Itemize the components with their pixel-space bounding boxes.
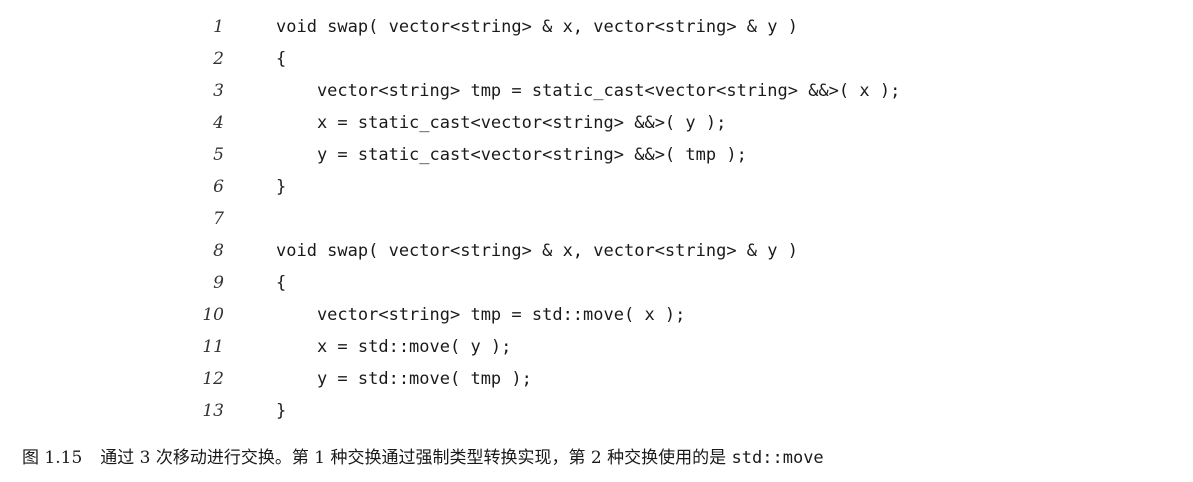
code-text: void swap( vector<string> & x, vector<st…: [276, 17, 798, 37]
code-line: 9 {: [0, 270, 1193, 302]
code-text: y = static_cast<vector<string> &&>( tmp …: [276, 145, 747, 165]
code-line: 11 x = std::move( y );: [0, 334, 1193, 366]
line-number: 11: [202, 337, 224, 357]
code-text: {: [276, 273, 287, 293]
code-text: {: [276, 49, 287, 69]
code-text: x = std::move( y );: [276, 337, 512, 357]
code-line: 8 void swap( vector<string> & x, vector<…: [0, 238, 1193, 270]
code-text: void swap( vector<string> & x, vector<st…: [276, 241, 798, 261]
code-text: vector<string> tmp = static_cast<vector<…: [276, 81, 901, 101]
code-text: }: [276, 401, 287, 421]
line-number: 13: [202, 401, 224, 421]
line-number: 1: [213, 17, 224, 37]
code-text: vector<string> tmp = std::move( x );: [276, 305, 686, 325]
code-line: 13 }: [0, 398, 1193, 430]
line-number: 10: [202, 305, 224, 325]
code-line: 6 }: [0, 174, 1193, 206]
code-line: 5 y = static_cast<vector<string> &&>( tm…: [0, 142, 1193, 174]
code-line: 4 x = static_cast<vector<string> &&>( y …: [0, 110, 1193, 142]
line-number: 12: [202, 369, 224, 389]
line-number: 5: [213, 145, 224, 165]
line-number: 2: [213, 49, 224, 69]
line-number: 4: [213, 113, 224, 133]
line-number: 3: [213, 81, 224, 101]
code-line: 10 vector<string> tmp = std::move( x );: [0, 302, 1193, 334]
figure-label: 图 1.15: [22, 448, 83, 468]
figure-caption: 图 1.15 通过 3 次移动进行交换。第 1 种交换通过强制类型转换实现，第 2…: [22, 443, 824, 468]
code-text: x = static_cast<vector<string> &&>( y );: [276, 113, 727, 133]
line-number: 9: [213, 273, 224, 293]
caption-code: std::move: [731, 448, 824, 468]
code-listing: 1 void swap( vector<string> & x, vector<…: [0, 14, 1193, 430]
caption-text: 通过 3 次移动进行交换。第 1 种交换通过强制类型转换实现，第 2 种交换使用…: [100, 448, 727, 468]
code-line: 7: [0, 206, 1193, 238]
line-number: 7: [213, 209, 224, 229]
code-line: 2 {: [0, 46, 1193, 78]
line-number: 6: [213, 177, 224, 197]
code-line: 1 void swap( vector<string> & x, vector<…: [0, 14, 1193, 46]
line-number: 8: [213, 241, 224, 261]
code-text: }: [276, 177, 287, 197]
code-line: 12 y = std::move( tmp );: [0, 366, 1193, 398]
code-text: y = std::move( tmp );: [276, 369, 532, 389]
code-line: 3 vector<string> tmp = static_cast<vecto…: [0, 78, 1193, 110]
